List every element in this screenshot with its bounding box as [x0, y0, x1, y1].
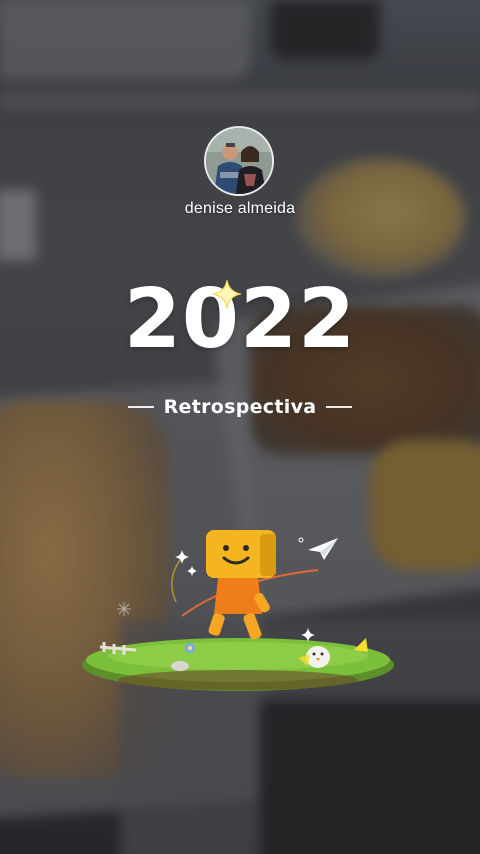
sparkle-icon	[301, 628, 315, 642]
recap-subtitle: Retrospectiva	[163, 396, 317, 418]
avatar-photo	[206, 128, 272, 194]
sparkle-icon	[117, 602, 131, 616]
sparkle-icon	[175, 550, 189, 564]
avatar[interactable]	[204, 126, 274, 196]
right-rule	[326, 406, 353, 408]
chick	[306, 646, 330, 668]
mascot-illustration	[82, 530, 394, 691]
paper-plane-icon	[308, 538, 338, 560]
username: denise almeida	[184, 200, 296, 217]
sparkle-icon	[212, 279, 242, 309]
sparkle-icon	[187, 566, 197, 576]
left-rule	[127, 406, 154, 408]
box-head-mascot	[206, 530, 276, 640]
subtitle-row: Retrospectiva	[0, 396, 480, 418]
